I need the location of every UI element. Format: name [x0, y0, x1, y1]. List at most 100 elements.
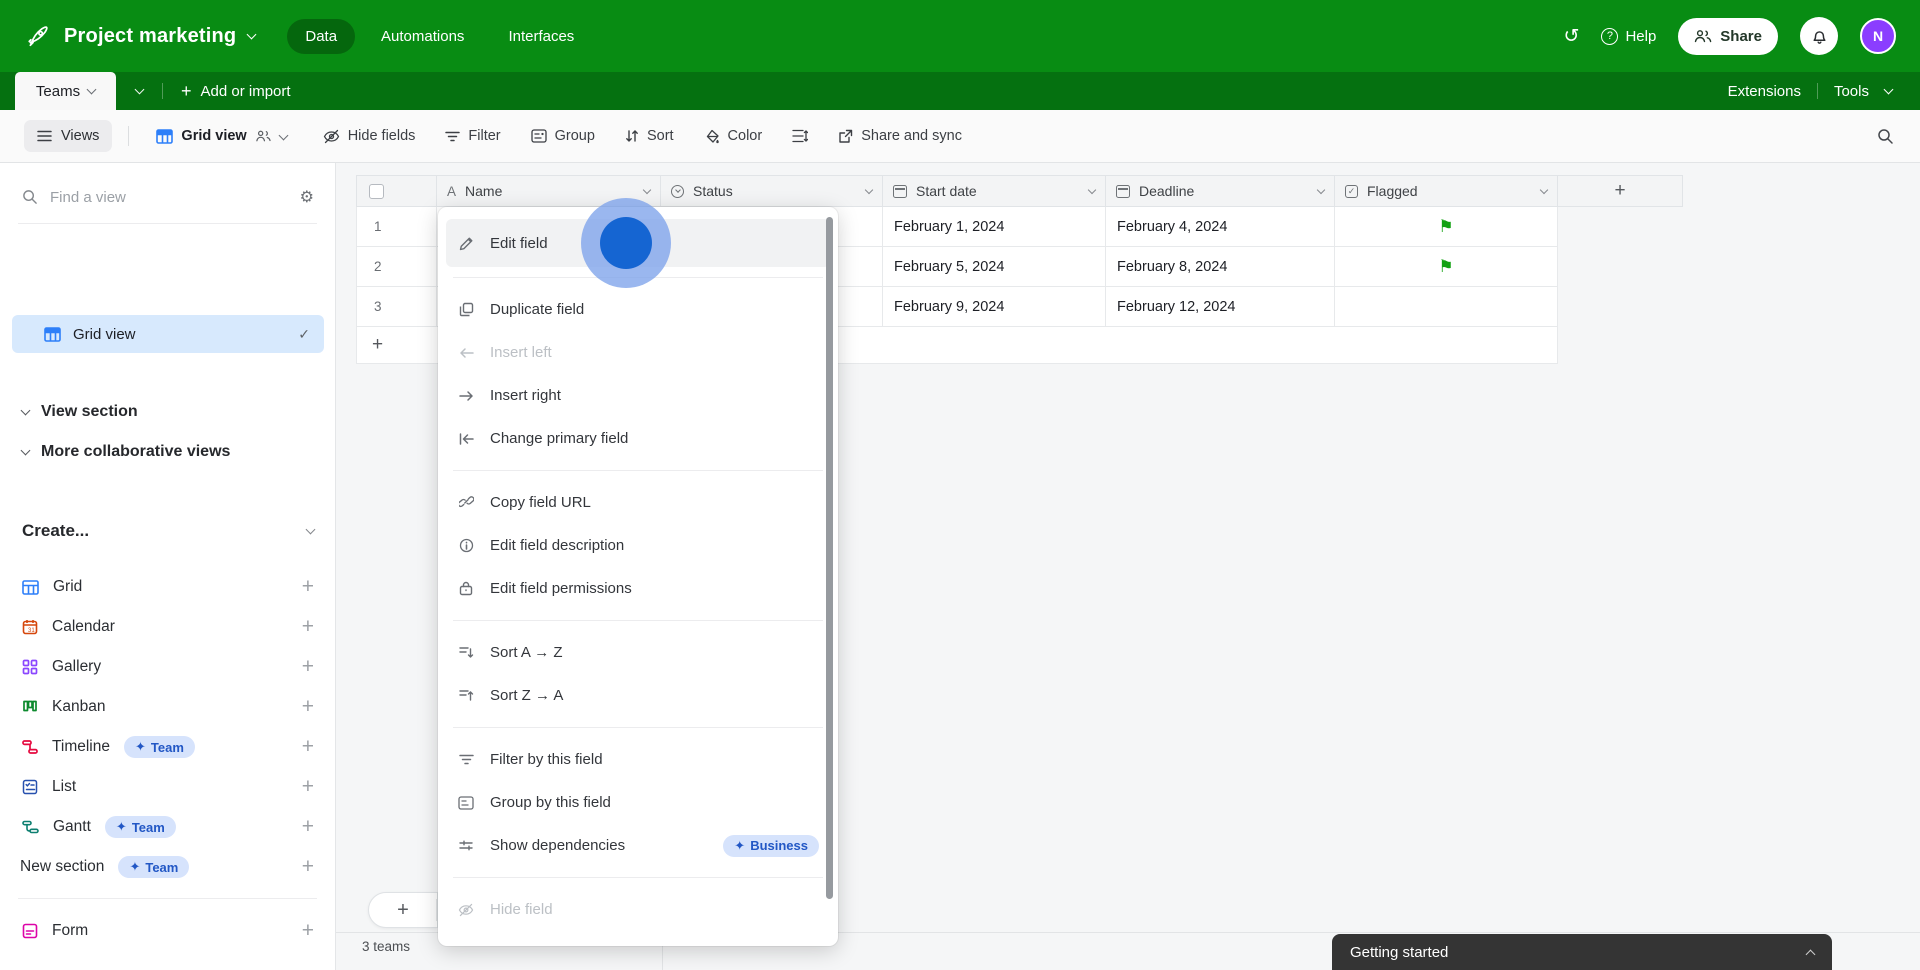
- share-and-sync-button[interactable]: Share and sync: [827, 121, 973, 151]
- row-number-cell[interactable]: 3: [356, 287, 437, 327]
- menu-item-edit-field-permissions[interactable]: Edit field permissions: [438, 567, 838, 610]
- extensions-button[interactable]: Extensions: [1728, 83, 1801, 100]
- create-item-gantt[interactable]: Gantt ✦ Team +: [22, 807, 314, 847]
- grid-view-switcher[interactable]: Grid view: [145, 121, 297, 151]
- tools-button[interactable]: Tools: [1834, 83, 1869, 100]
- chevron-down-icon[interactable]: [246, 29, 257, 40]
- select-all-checkbox[interactable]: [369, 183, 384, 199]
- arrow-left-icon: [457, 347, 475, 359]
- tab-interfaces[interactable]: Interfaces: [490, 19, 592, 54]
- table-list-chevron[interactable]: [116, 72, 162, 110]
- cell-start-date-r3[interactable]: February 9, 2024: [883, 287, 1106, 327]
- sparkle-icon: ✦: [129, 859, 141, 874]
- sort-button[interactable]: Sort: [614, 121, 685, 151]
- create-item-timeline[interactable]: Timeline ✦ Team +: [22, 727, 314, 767]
- column-header-start-date[interactable]: Start date: [883, 175, 1106, 207]
- create-item-form[interactable]: Form +: [22, 911, 314, 951]
- share-button[interactable]: Share: [1678, 17, 1778, 55]
- chevron-down-icon: [278, 130, 289, 140]
- create-item-gallery[interactable]: Gallery +: [22, 647, 314, 687]
- chevron-down-icon[interactable]: [1316, 185, 1326, 194]
- chevron-down-icon[interactable]: [642, 185, 652, 194]
- view-toolbar: Views Grid view Hide fields Filter Group…: [0, 110, 1920, 163]
- avatar[interactable]: N: [1860, 18, 1896, 54]
- section-more-collaborative-views[interactable]: More collaborative views: [20, 443, 230, 461]
- chevron-down-icon[interactable]: [864, 185, 874, 194]
- cell-flagged-r2[interactable]: ⚑: [1335, 247, 1558, 287]
- chevron-up-icon[interactable]: [1805, 949, 1816, 959]
- row-number-cell[interactable]: 1: [356, 207, 437, 247]
- create-item-grid[interactable]: Grid +: [22, 567, 314, 607]
- search-icon[interactable]: [1877, 128, 1894, 145]
- plus-icon[interactable]: +: [302, 735, 314, 759]
- add-field-button[interactable]: +: [1558, 175, 1683, 207]
- find-view-input[interactable]: [50, 188, 288, 206]
- add-or-import-button[interactable]: + Add or import: [181, 72, 291, 110]
- column-header-deadline[interactable]: Deadline: [1106, 175, 1335, 207]
- tab-teams[interactable]: Teams: [15, 72, 116, 110]
- history-icon[interactable]: ↺: [1564, 25, 1580, 48]
- menu-item-sort-z-a[interactable]: Sort Z → A: [438, 674, 838, 717]
- add-record-floating-button[interactable]: +: [368, 892, 438, 928]
- row-height-button[interactable]: [781, 122, 819, 150]
- menu-item-show-dependencies[interactable]: Show dependencies ✦ Business: [438, 824, 838, 867]
- chevron-down-icon[interactable]: [1539, 185, 1549, 194]
- notifications-button[interactable]: [1800, 17, 1838, 55]
- menu-item-sort-a-z[interactable]: Sort A → Z: [438, 631, 838, 674]
- plus-icon[interactable]: +: [302, 815, 314, 839]
- gear-icon[interactable]: ⚙: [300, 187, 314, 207]
- menu-item-delete-field[interactable]: Delete field: [438, 931, 838, 946]
- cell-start-date-r1[interactable]: February 1, 2024: [883, 207, 1106, 247]
- create-item-new-section[interactable]: New section ✦ Team +: [20, 847, 314, 887]
- create-item-kanban[interactable]: Kanban +: [22, 687, 314, 727]
- plus-icon[interactable]: +: [302, 919, 314, 943]
- lock-icon: [457, 581, 475, 596]
- plus-icon[interactable]: +: [302, 775, 314, 799]
- menu-item-edit-field-description[interactable]: Edit field description: [438, 524, 838, 567]
- chevron-down-icon[interactable]: [1087, 185, 1097, 194]
- plus-icon[interactable]: +: [302, 575, 314, 599]
- cell-start-date-r2[interactable]: February 5, 2024: [883, 247, 1106, 287]
- plus-icon[interactable]: +: [302, 655, 314, 679]
- hide-fields-button[interactable]: Hide fields: [312, 121, 427, 151]
- menu-item-insert-right[interactable]: Insert right: [438, 374, 838, 417]
- date-field-icon: [1116, 184, 1130, 198]
- create-section-header[interactable]: Create...: [22, 521, 316, 541]
- select-all-header-cell[interactable]: [356, 175, 437, 207]
- section-view-section[interactable]: View section: [20, 403, 138, 421]
- menu-scrollbar[interactable]: [826, 217, 833, 899]
- color-button[interactable]: Color: [693, 121, 774, 151]
- search-icon: [22, 189, 38, 205]
- sidebar-item-grid-view[interactable]: Grid view ✓: [12, 315, 324, 353]
- plus-icon[interactable]: +: [302, 695, 314, 719]
- menu-item-group-by-this-field[interactable]: Group by this field: [438, 781, 838, 824]
- views-button[interactable]: Views: [24, 120, 113, 152]
- cell-flagged-r3[interactable]: [1335, 287, 1558, 327]
- pencil-icon: [457, 236, 475, 251]
- column-header-status[interactable]: Status: [661, 175, 883, 207]
- column-header-flagged[interactable]: ✓ Flagged: [1335, 175, 1558, 207]
- getting-started-bar[interactable]: Getting started: [1332, 934, 1832, 970]
- menu-item-change-primary-field[interactable]: Change primary field: [438, 417, 838, 460]
- filter-button[interactable]: Filter: [434, 121, 511, 151]
- cell-flagged-r1[interactable]: ⚑: [1335, 207, 1558, 247]
- menu-item-duplicate-field[interactable]: Duplicate field: [438, 288, 838, 331]
- cell-deadline-r2[interactable]: February 8, 2024: [1106, 247, 1335, 287]
- question-circle-icon: ?: [1601, 27, 1619, 45]
- create-item-list[interactable]: List +: [22, 767, 314, 807]
- menu-item-filter-by-this-field[interactable]: Filter by this field: [438, 738, 838, 781]
- row-number-cell[interactable]: 2: [356, 247, 437, 287]
- cell-deadline-r1[interactable]: February 4, 2024: [1106, 207, 1335, 247]
- plus-icon[interactable]: +: [302, 615, 314, 639]
- plus-icon[interactable]: +: [302, 855, 314, 879]
- tab-automations[interactable]: Automations: [363, 19, 482, 54]
- create-item-calendar[interactable]: 31 Calendar +: [22, 607, 314, 647]
- base-brand[interactable]: Project marketing: [26, 23, 257, 49]
- create-item-label: Gantt: [53, 818, 91, 835]
- group-button[interactable]: Group: [520, 121, 606, 151]
- kanban-icon: [22, 699, 38, 715]
- cell-deadline-r3[interactable]: February 12, 2024: [1106, 287, 1335, 327]
- menu-item-copy-field-url[interactable]: Copy field URL: [438, 481, 838, 524]
- tab-data[interactable]: Data: [287, 18, 356, 54]
- help-button[interactable]: ? Help: [1601, 27, 1656, 45]
